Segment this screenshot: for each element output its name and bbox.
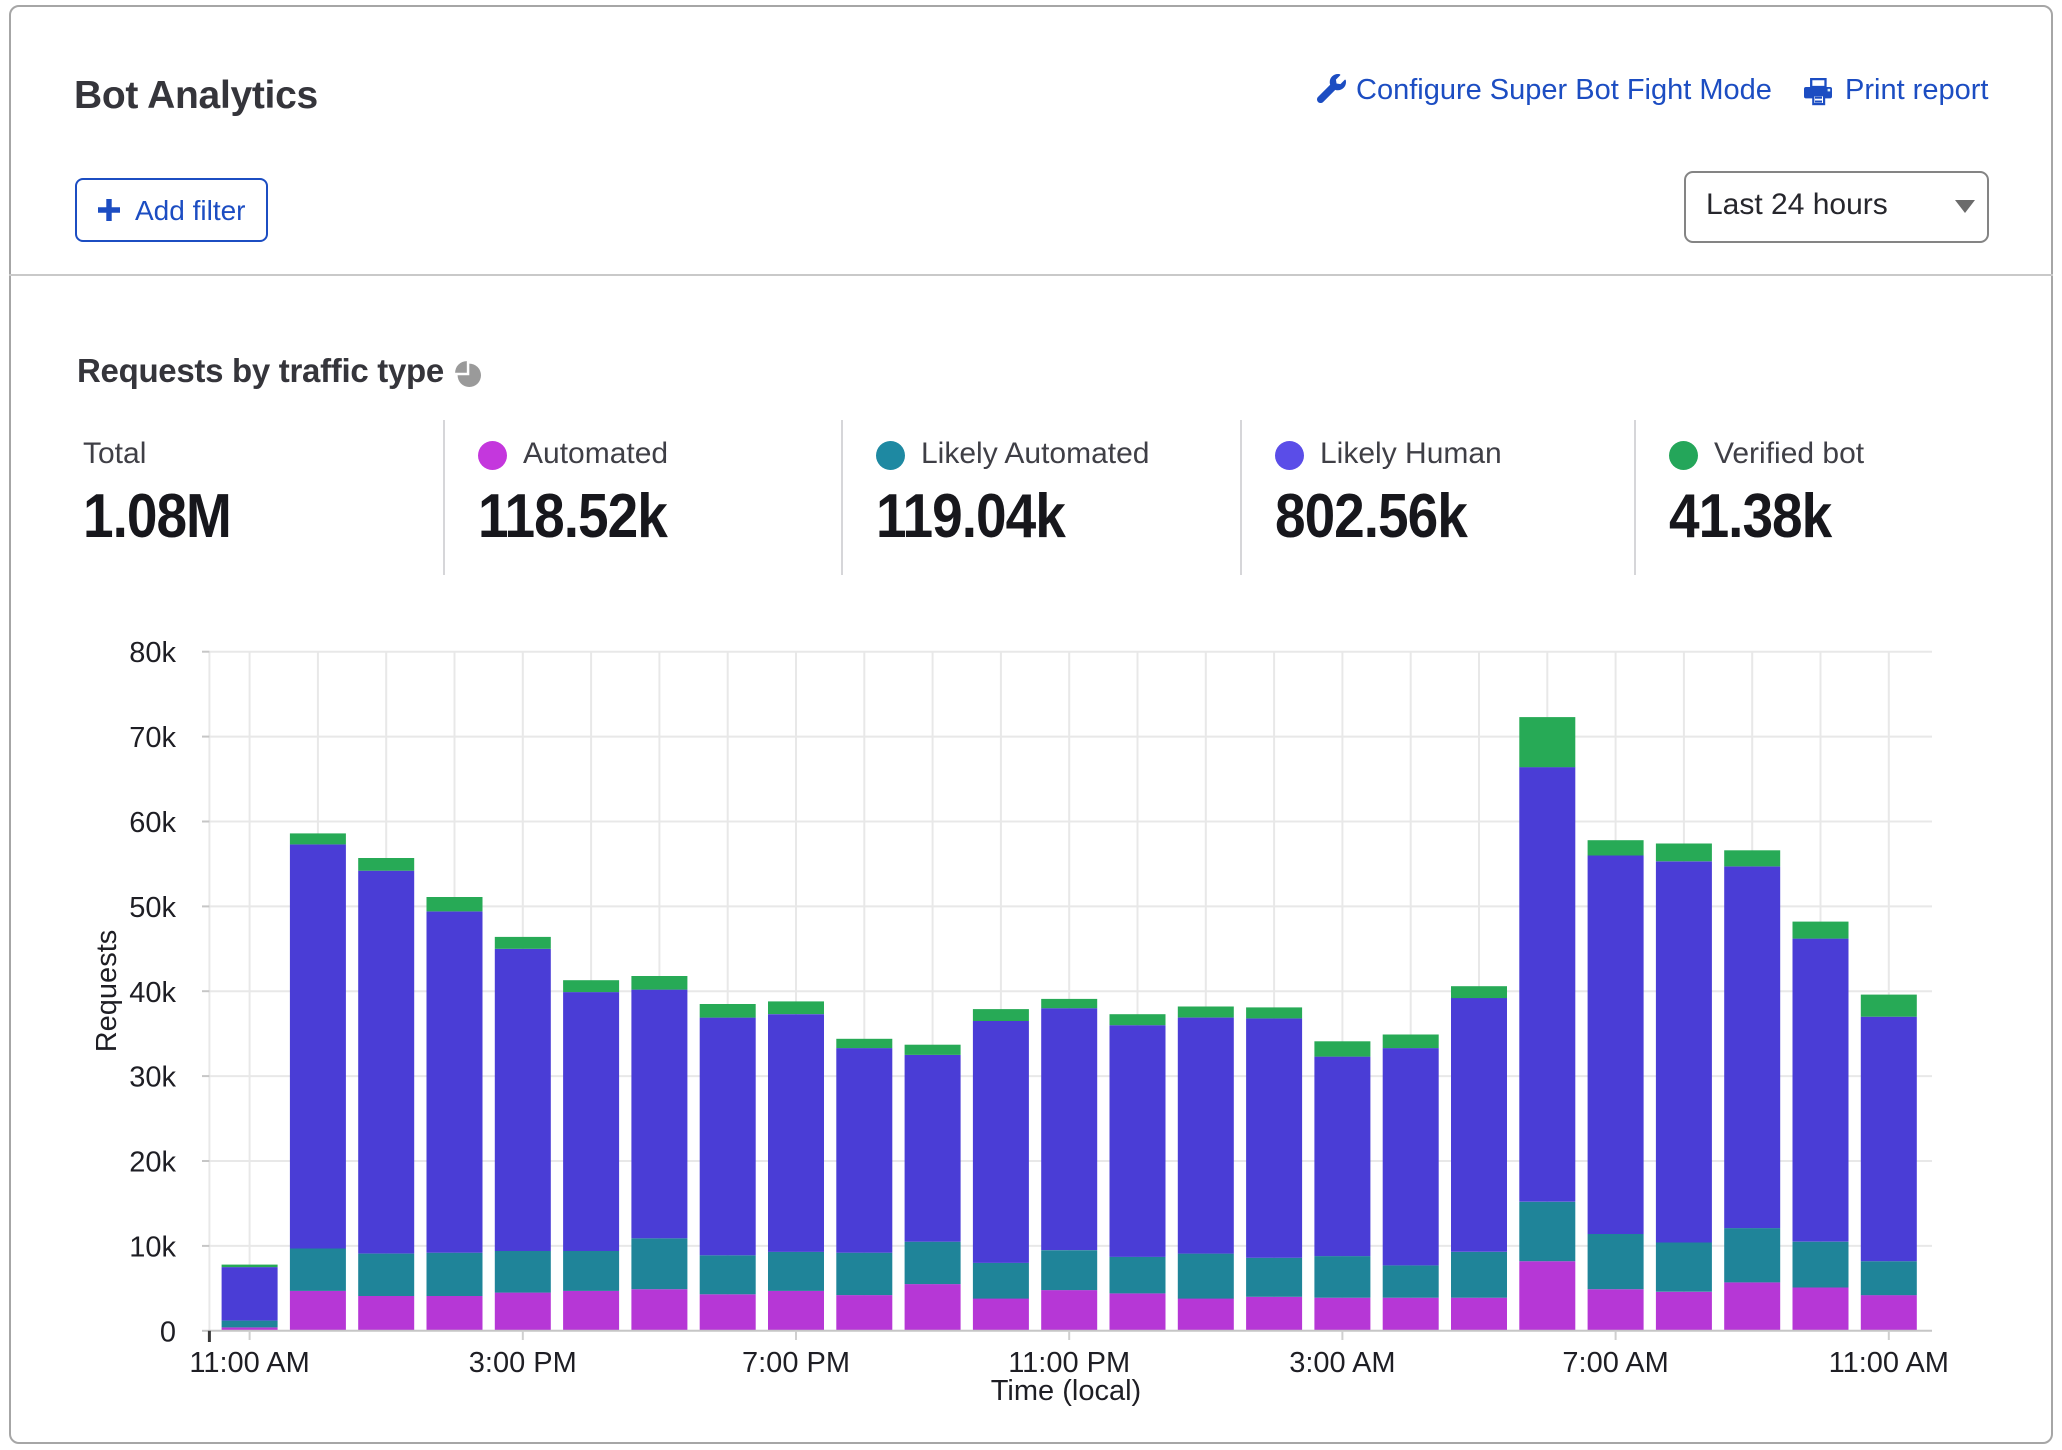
svg-text:80k: 80k xyxy=(129,637,176,669)
svg-text:Requests: Requests xyxy=(91,930,123,1053)
svg-text:50k: 50k xyxy=(129,892,176,924)
svg-text:3:00 PM: 3:00 PM xyxy=(469,1347,577,1379)
svg-text:7:00 AM: 7:00 AM xyxy=(1562,1347,1668,1379)
svg-text:11:00 AM: 11:00 AM xyxy=(1829,1347,1949,1379)
svg-text:7:00 PM: 7:00 PM xyxy=(742,1347,850,1379)
svg-text:3:00 AM: 3:00 AM xyxy=(1289,1347,1395,1379)
svg-text:30k: 30k xyxy=(129,1062,176,1094)
svg-text:11:00 AM: 11:00 AM xyxy=(189,1347,309,1379)
svg-text:10k: 10k xyxy=(129,1231,176,1263)
svg-text:Time (local): Time (local) xyxy=(991,1375,1141,1407)
svg-text:0: 0 xyxy=(160,1316,176,1348)
svg-text:60k: 60k xyxy=(129,807,176,839)
svg-text:40k: 40k xyxy=(129,977,176,1009)
svg-text:70k: 70k xyxy=(129,722,176,754)
svg-text:20k: 20k xyxy=(129,1147,176,1179)
